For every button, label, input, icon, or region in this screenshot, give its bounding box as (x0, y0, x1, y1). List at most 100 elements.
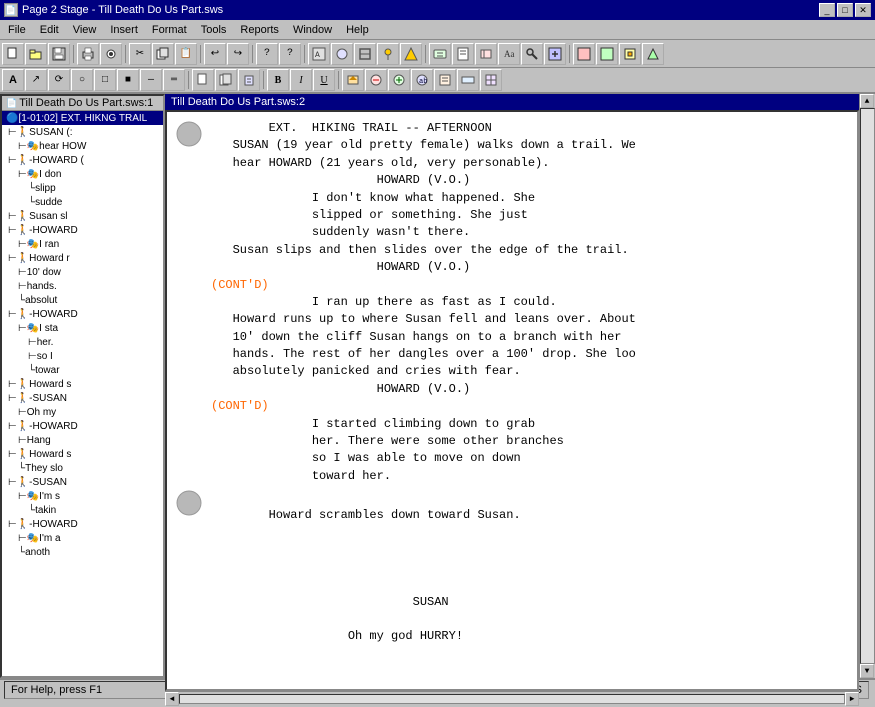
menu-edit[interactable]: Edit (34, 23, 65, 37)
tree-item-soi[interactable]: ⊢ so I (2, 349, 163, 363)
btn-t9[interactable]: Aa (498, 43, 520, 65)
btn-save[interactable] (48, 43, 70, 65)
tree-item-howard4[interactable]: ⊢🚶 -HOWARD (2, 419, 163, 433)
menu-view[interactable]: View (67, 23, 103, 37)
tree-item-scene[interactable]: 🔵 [1-01:02] EXT. HIKNG TRAIL -- (2, 111, 163, 125)
tree-item-howard2[interactable]: ⊢🚶 -HOWARD (2, 223, 163, 237)
scroll-down-btn[interactable]: ▼ (860, 664, 874, 678)
menu-format[interactable]: Format (146, 23, 193, 37)
minimize-btn[interactable]: _ (819, 3, 835, 17)
tree-item-takin[interactable]: └ takin (2, 503, 163, 517)
btn-t5[interactable] (400, 43, 422, 65)
btn2-line2[interactable]: ═ (163, 69, 185, 91)
scroll-v-track[interactable] (860, 108, 875, 664)
btn-help2[interactable]: ? (279, 43, 301, 65)
tree-item-hands[interactable]: ⊢ hands. (2, 279, 163, 293)
btn2-f5[interactable] (434, 69, 456, 91)
tree-item-howard-s2[interactable]: ⊢🚶 Howard s (2, 447, 163, 461)
tree-item-towar[interactable]: └ towar (2, 363, 163, 377)
btn2-rect[interactable]: □ (94, 69, 116, 91)
btn-t12[interactable] (573, 43, 595, 65)
btn2-f1[interactable] (342, 69, 364, 91)
h-scrollbar[interactable]: ◄ ► (165, 691, 859, 707)
tree-item-ista[interactable]: ⊢🎭 I sta (2, 321, 163, 335)
menu-help[interactable]: Help (340, 23, 375, 37)
btn-cut[interactable]: ✂ (129, 43, 151, 65)
btn-new[interactable] (2, 43, 24, 65)
btn-help[interactable]: ? (256, 43, 278, 65)
tree-item-anoth[interactable]: └ anoth (2, 545, 163, 559)
btn2-fill[interactable]: ■ (117, 69, 139, 91)
tree-item-susan2[interactable]: ⊢🚶 -SUSAN (2, 391, 163, 405)
tree-item-hear[interactable]: ⊢🎭 hear HOW (2, 139, 163, 153)
btn-t1[interactable]: A (308, 43, 330, 65)
btn-print[interactable] (77, 43, 99, 65)
btn2-underline[interactable]: U (313, 69, 335, 91)
tree-item-howard-r[interactable]: ⊢🚶 Howard r (2, 251, 163, 265)
btn2-f7[interactable] (480, 69, 502, 91)
tree-item-iran[interactable]: ⊢🎭 I ran (2, 237, 163, 251)
menu-tools[interactable]: Tools (195, 23, 233, 37)
tree-item-10down[interactable]: ⊢ 10' dow (2, 265, 163, 279)
tree-item-ima[interactable]: ⊢🎭 I'm a (2, 531, 163, 545)
tree-item-slipp[interactable]: └ slipp (2, 181, 163, 195)
btn-t14[interactable] (619, 43, 641, 65)
btn-copy[interactable] (152, 43, 174, 65)
btn-undo[interactable]: ↩ (204, 43, 226, 65)
tree-item-howard3[interactable]: ⊢🚶 -HOWARD (2, 307, 163, 321)
btn-t3[interactable] (354, 43, 376, 65)
script-content[interactable]: EXT. HIKING TRAIL -- AFTERNOON SUSAN (19… (165, 110, 859, 691)
btn2-f2[interactable] (365, 69, 387, 91)
tree-item-absol[interactable]: └ absolut (2, 293, 163, 307)
scroll-track[interactable] (179, 694, 845, 704)
btn-t4[interactable] (377, 43, 399, 65)
maximize-btn[interactable]: □ (837, 3, 853, 17)
btn2-doc2[interactable] (215, 69, 237, 91)
btn2-italic[interactable]: I (290, 69, 312, 91)
btn2-a[interactable]: A (2, 69, 24, 91)
btn-t15[interactable] (642, 43, 664, 65)
tree-item-ohmy[interactable]: ⊢ Oh my (2, 405, 163, 419)
btn-paste[interactable]: 📋 (175, 43, 197, 65)
tree-item-howard-s[interactable]: ⊢🚶 Howard s (2, 377, 163, 391)
scroll-right-btn[interactable]: ► (845, 692, 859, 706)
btn-redo[interactable]: ↪ (227, 43, 249, 65)
btn2-rotate[interactable]: ⟳ (48, 69, 70, 91)
btn-t11[interactable] (544, 43, 566, 65)
scroll-up-btn[interactable]: ▲ (860, 94, 874, 108)
btn2-bold[interactable]: B (267, 69, 289, 91)
menu-file[interactable]: File (2, 23, 32, 37)
btn-t2[interactable] (331, 43, 353, 65)
btn-preview[interactable] (100, 43, 122, 65)
tree-item-susan-sl[interactable]: ⊢🚶 Susan sl (2, 209, 163, 223)
btn2-circle[interactable]: ○ (71, 69, 93, 91)
btn2-f6[interactable] (457, 69, 479, 91)
btn-t6[interactable] (429, 43, 451, 65)
tree-item-theyslo[interactable]: └ They slo (2, 461, 163, 475)
v-scrollbar[interactable]: ▲ ▼ (859, 94, 875, 678)
tree-item-ims[interactable]: ⊢🎭 I'm s (2, 489, 163, 503)
tree-item-hang[interactable]: ⊢ Hang (2, 433, 163, 447)
tree-item-idon[interactable]: ⊢🎭 I don (2, 167, 163, 181)
tree-item-howard5[interactable]: ⊢🚶 -HOWARD (2, 517, 163, 531)
menu-window[interactable]: Window (287, 23, 338, 37)
btn-open[interactable] (25, 43, 47, 65)
btn2-line1[interactable]: — (140, 69, 162, 91)
menu-insert[interactable]: Insert (104, 23, 144, 37)
btn-t10[interactable] (521, 43, 543, 65)
scroll-left-btn[interactable]: ◄ (165, 692, 179, 706)
tree-item-howard1[interactable]: ⊢🚶 -HOWARD ( (2, 153, 163, 167)
btn-t7[interactable] (452, 43, 474, 65)
tree-item-susan[interactable]: ⊢🚶 SUSAN (: (2, 125, 163, 139)
tree-item-sudde[interactable]: └ sudde (2, 195, 163, 209)
tree-item-her[interactable]: ⊢ her. (2, 335, 163, 349)
btn2-doc3[interactable] (238, 69, 260, 91)
btn2-arrow[interactable]: ↗ (25, 69, 47, 91)
btn2-doc1[interactable] (192, 69, 214, 91)
tree-item-susan3[interactable]: ⊢🚶 -SUSAN (2, 475, 163, 489)
btn-t13[interactable] (596, 43, 618, 65)
menu-reports[interactable]: Reports (234, 23, 285, 37)
btn2-f4[interactable]: ab (411, 69, 433, 91)
btn-t8[interactable] (475, 43, 497, 65)
btn2-f3[interactable] (388, 69, 410, 91)
